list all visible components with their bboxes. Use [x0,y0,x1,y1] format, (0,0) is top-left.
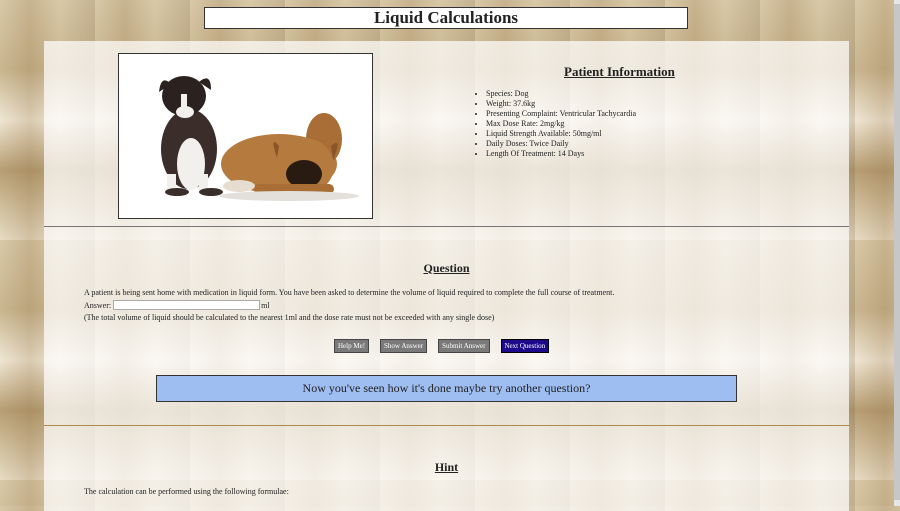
dogs-illustration [159,76,359,201]
submit-answer-button[interactable]: Submit Answer [438,339,490,353]
patient-info-heading: Patient Information [564,64,675,79]
patient-photo [118,53,373,219]
hint-text: The calculation can be performed using t… [84,487,289,496]
patient-info-item: Length Of Treatment: 14 Days [486,149,636,159]
patient-info-item: Presenting Complaint: Ventricular Tachyc… [486,109,636,119]
page-scrollbar[interactable] [894,0,900,506]
feedback-message: Now you've seen how it's done maybe try … [156,375,737,402]
answer-input[interactable] [113,300,261,310]
section-divider [44,425,849,426]
answer-unit: ml [261,300,270,310]
question-text: A patient is being sent home with medica… [84,288,615,297]
help-me-button[interactable]: Help Me! [334,339,370,353]
show-answer-button[interactable]: Show Answer [380,339,428,353]
patient-info-item: Liquid Strength Available: 50mg/ml [486,129,636,139]
answer-row: Answer: ml [84,300,270,310]
patient-info-item: Daily Doses: Twice Daily [486,139,636,149]
patient-info-item: Weight: 37.6kg [486,99,636,109]
question-note: (The total volume of liquid should be ca… [84,313,495,322]
answer-label: Answer: [84,300,112,310]
section-divider [44,226,849,227]
patient-info-item: Species: Dog [486,89,636,99]
patient-info-list: Species: Dog Weight: 37.6kg Presenting C… [474,89,636,159]
next-question-button[interactable]: Next Question [500,339,550,353]
question-heading: Question [423,261,470,275]
hint-heading: Hint [434,460,459,474]
button-row: Help Me! Show Answer Submit Answer Next … [334,339,550,353]
patient-info-item: Max Dose Rate: 2mg/kg [486,119,636,129]
content-panel: Patient Information Species: Dog Weight:… [44,41,849,511]
scrollbar-thumb[interactable] [894,4,900,500]
page-title: Liquid Calculations [204,7,688,29]
